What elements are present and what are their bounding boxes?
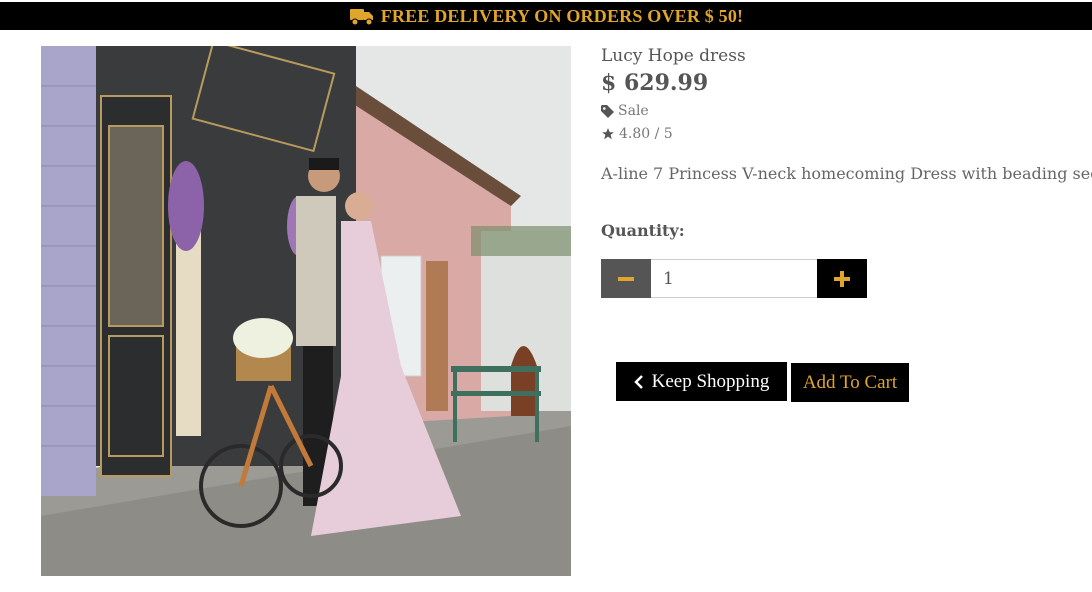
plus-icon xyxy=(834,270,850,287)
keep-shopping-button[interactable]: Keep Shopping xyxy=(616,362,787,401)
product-price: $ 629.99 xyxy=(601,70,709,96)
tag-row: Sale xyxy=(601,103,649,119)
banner-text: FREE DELIVERY ON ORDERS OVER $ 50! xyxy=(380,5,744,26)
product-description: A-line 7 Princess V-neck homecoming Dres… xyxy=(601,164,1092,183)
rating-row: 4.80 / 5 xyxy=(601,126,673,142)
minus-icon xyxy=(618,276,634,281)
add-to-cart-button[interactable]: Add To Cart xyxy=(791,363,909,402)
quantity-input[interactable] xyxy=(651,259,817,298)
tag-label: Sale xyxy=(618,103,649,119)
chevron-left-icon xyxy=(633,374,643,389)
quantity-stepper xyxy=(601,259,867,298)
quantity-label: Quantity: xyxy=(601,221,685,240)
increase-quantity-button[interactable] xyxy=(817,259,867,298)
product-image xyxy=(41,46,571,576)
product-name: Lucy Hope dress xyxy=(601,46,746,66)
keep-shopping-label: Keep Shopping xyxy=(651,370,770,392)
star-icon xyxy=(602,128,614,140)
truck-icon xyxy=(349,9,373,26)
rating-value: 4.80 / 5 xyxy=(619,126,673,142)
decrease-quantity-button[interactable] xyxy=(601,259,651,298)
tag-icon xyxy=(601,104,614,118)
add-to-cart-label: Add To Cart xyxy=(802,371,898,393)
free-delivery-banner: FREE DELIVERY ON ORDERS OVER $ 50! xyxy=(0,2,1092,30)
